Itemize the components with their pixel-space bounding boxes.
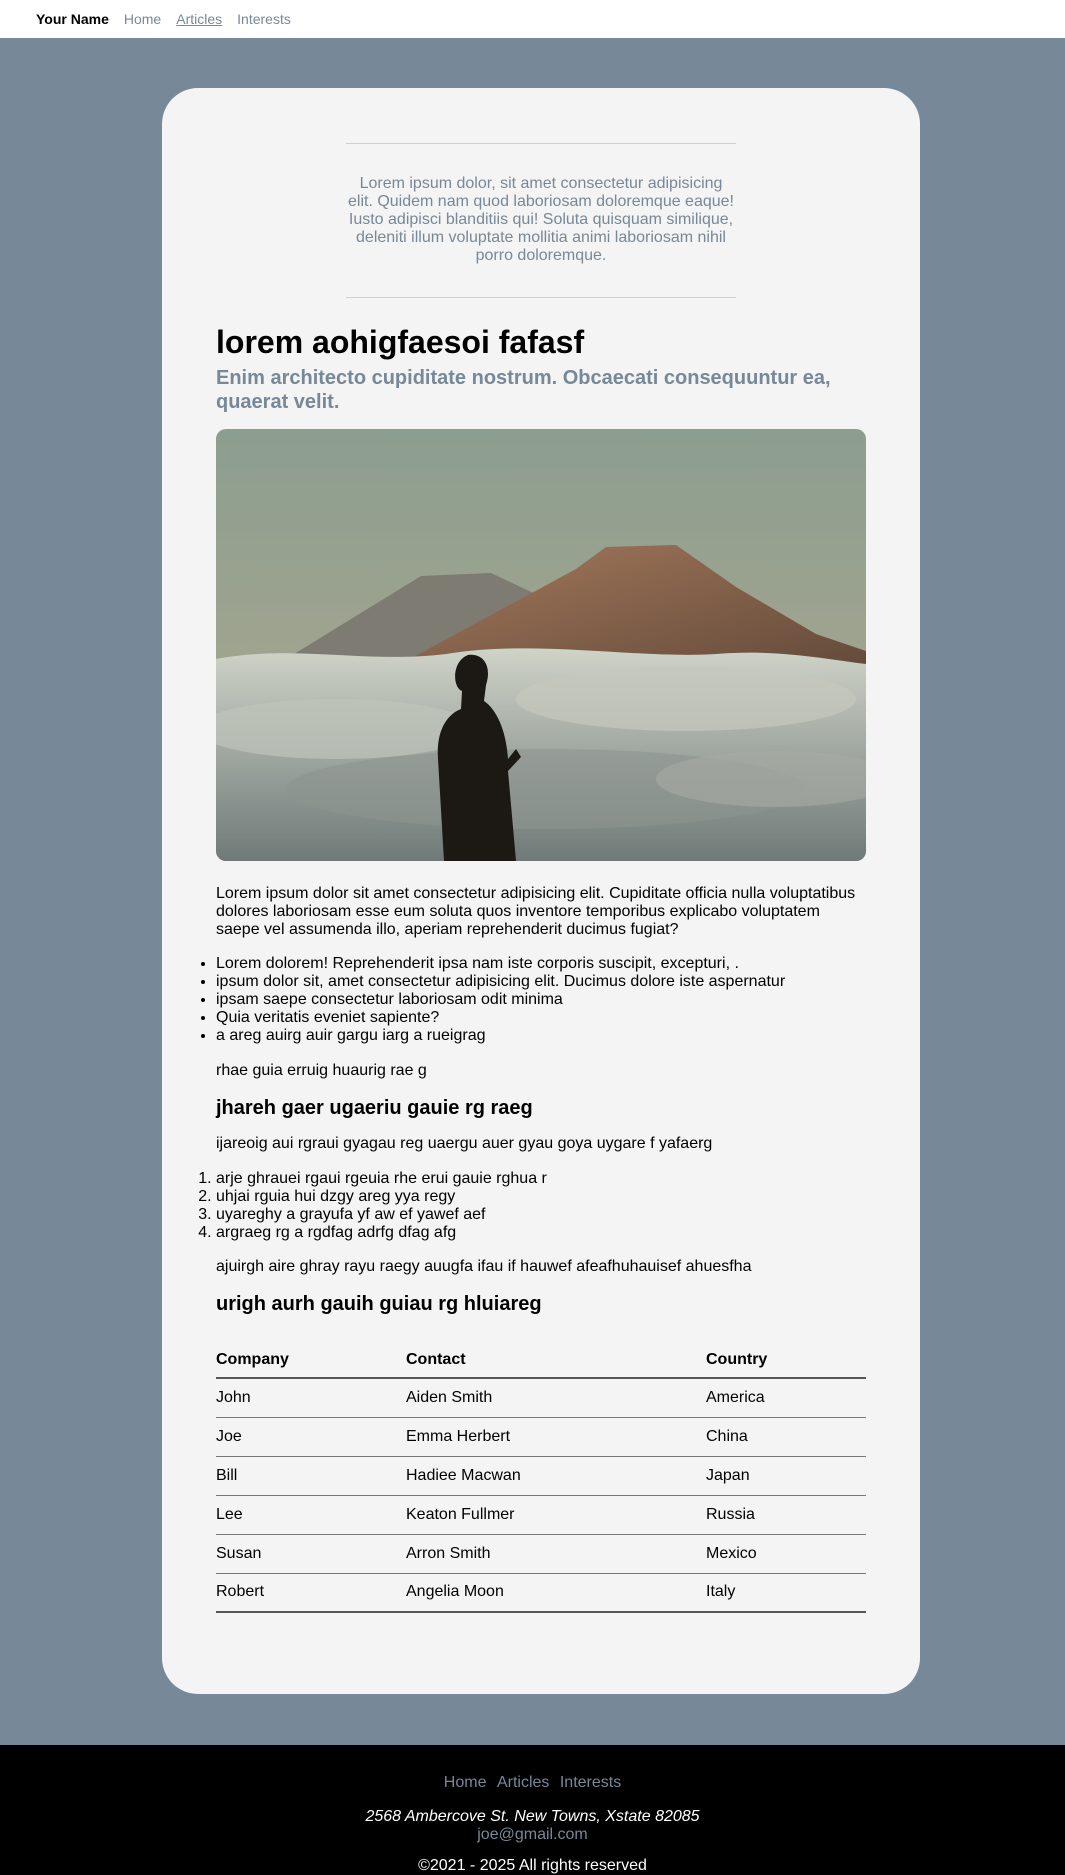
footer-copyright: ©2021 - 2025 All rights reserved bbox=[418, 1857, 647, 1874]
table-row: Joe Emma Herbert China bbox=[216, 1417, 866, 1457]
quote-divider-bottom bbox=[346, 297, 736, 298]
table-row: Robert Angelia Moon Italy bbox=[216, 1573, 866, 1613]
article-subtitle: Enim architecto cupiditate nostrum. Obca… bbox=[216, 367, 831, 413]
table-cell: Joe bbox=[216, 1417, 406, 1457]
table-cell: Mexico bbox=[706, 1534, 866, 1574]
list-item: ipsam saepe consectetur laboriosam odit … bbox=[216, 991, 866, 1009]
intro-quote: Lorem ipsum dolor, sit amet consectetur … bbox=[347, 175, 734, 264]
column-header: Contact bbox=[406, 1343, 706, 1379]
table-cell: Hadiee Macwan bbox=[406, 1456, 706, 1496]
table-row: Bill Hadiee Macwan Japan bbox=[216, 1456, 866, 1496]
data-table: Company Contact Country John Aiden Smith… bbox=[216, 1343, 866, 1613]
column-header: Company bbox=[216, 1343, 406, 1379]
table-cell: Robert bbox=[216, 1573, 406, 1613]
table-cell: Aiden Smith bbox=[406, 1378, 706, 1418]
section-heading: jhareh gaer ugaeriu gauie rg raeg bbox=[216, 1097, 533, 1119]
article-title: lorem aohigfaesoi fafasf bbox=[216, 324, 585, 360]
table-cell: China bbox=[706, 1417, 866, 1457]
bullet-list: Lorem dolorem! Reprehenderit ipsa nam is… bbox=[216, 955, 866, 1045]
table-cell: Japan bbox=[706, 1456, 866, 1496]
table-cell: Angelia Moon bbox=[406, 1573, 706, 1613]
footer-address: 2568 Ambercove St. New Towns, Xstate 820… bbox=[365, 1808, 700, 1825]
list-item: Quia veritatis eveniet sapiente? bbox=[216, 1009, 866, 1027]
list-item: uyareghy a grayufa yf aw ef yawef aef bbox=[216, 1206, 866, 1224]
list-item: arje ghrauei rgaui rgeuia rhe erui gauie… bbox=[216, 1170, 866, 1188]
section-heading: urigh aurh gauih guiau rg hluiareg bbox=[216, 1293, 542, 1315]
list-item: argraeg rg a rgdfag adrfg dfag afg bbox=[216, 1224, 866, 1242]
list-item: uhjai rguia hui dzgy areg yya regy bbox=[216, 1188, 866, 1206]
nav-link-articles[interactable]: Articles bbox=[176, 11, 222, 27]
table-row: John Aiden Smith America bbox=[216, 1378, 866, 1418]
hero-image bbox=[216, 429, 866, 861]
table-cell: Arron Smith bbox=[406, 1534, 706, 1574]
list-item: ipsum dolor sit, amet consectetur adipis… bbox=[216, 973, 866, 991]
nav-link-home[interactable]: Home bbox=[124, 11, 161, 27]
numbered-list: arje ghrauei rgaui rgeuia rhe erui gauie… bbox=[216, 1170, 866, 1242]
footer-link-home[interactable]: Home bbox=[444, 1774, 487, 1791]
paragraph: ijareoig aui rgraui gyagau reg uaergu au… bbox=[216, 1135, 713, 1152]
top-nav: Your Name Home Articles Interests bbox=[0, 0, 1065, 38]
table-cell: John bbox=[216, 1378, 406, 1418]
footer-nav: Home Articles Interests bbox=[0, 1774, 1065, 1792]
brand-name[interactable]: Your Name bbox=[36, 11, 109, 27]
table-row: Lee Keaton Fullmer Russia bbox=[216, 1495, 866, 1535]
column-header: Country bbox=[706, 1343, 866, 1379]
table-cell: Italy bbox=[706, 1573, 866, 1613]
intro-paragraph: Lorem ipsum dolor sit amet consectetur a… bbox=[216, 885, 856, 938]
nav-link-interests[interactable]: Interests bbox=[237, 11, 291, 27]
footer-link-articles[interactable]: Articles bbox=[497, 1774, 549, 1791]
table-cell: Lee bbox=[216, 1495, 406, 1535]
table-cell: Russia bbox=[706, 1495, 866, 1535]
table-row: Susan Arron Smith Mexico bbox=[216, 1534, 866, 1574]
table-cell: Emma Herbert bbox=[406, 1417, 706, 1457]
quote-divider-top bbox=[346, 143, 736, 144]
table-cell: Susan bbox=[216, 1534, 406, 1574]
table-cell: America bbox=[706, 1378, 866, 1418]
table-cell: Keaton Fullmer bbox=[406, 1495, 706, 1535]
paragraph: ajuirgh aire ghray rayu raegy auugfa ifa… bbox=[216, 1258, 752, 1275]
list-item: a areg auirg auir gargu iarg a rueigrag bbox=[216, 1027, 866, 1045]
paragraph: rhae guia erruig huaurig rae g bbox=[216, 1062, 427, 1079]
footer-email-link[interactable]: joe@gmail.com bbox=[0, 1826, 1065, 1844]
mountain-landscape-image bbox=[216, 429, 866, 861]
site-footer: Home Articles Interests 2568 Ambercove S… bbox=[0, 1745, 1065, 1875]
table-header-row: Company Contact Country bbox=[216, 1343, 866, 1379]
list-item: Lorem dolorem! Reprehenderit ipsa nam is… bbox=[216, 955, 866, 973]
table-cell: Bill bbox=[216, 1456, 406, 1496]
footer-link-interests[interactable]: Interests bbox=[560, 1774, 621, 1791]
